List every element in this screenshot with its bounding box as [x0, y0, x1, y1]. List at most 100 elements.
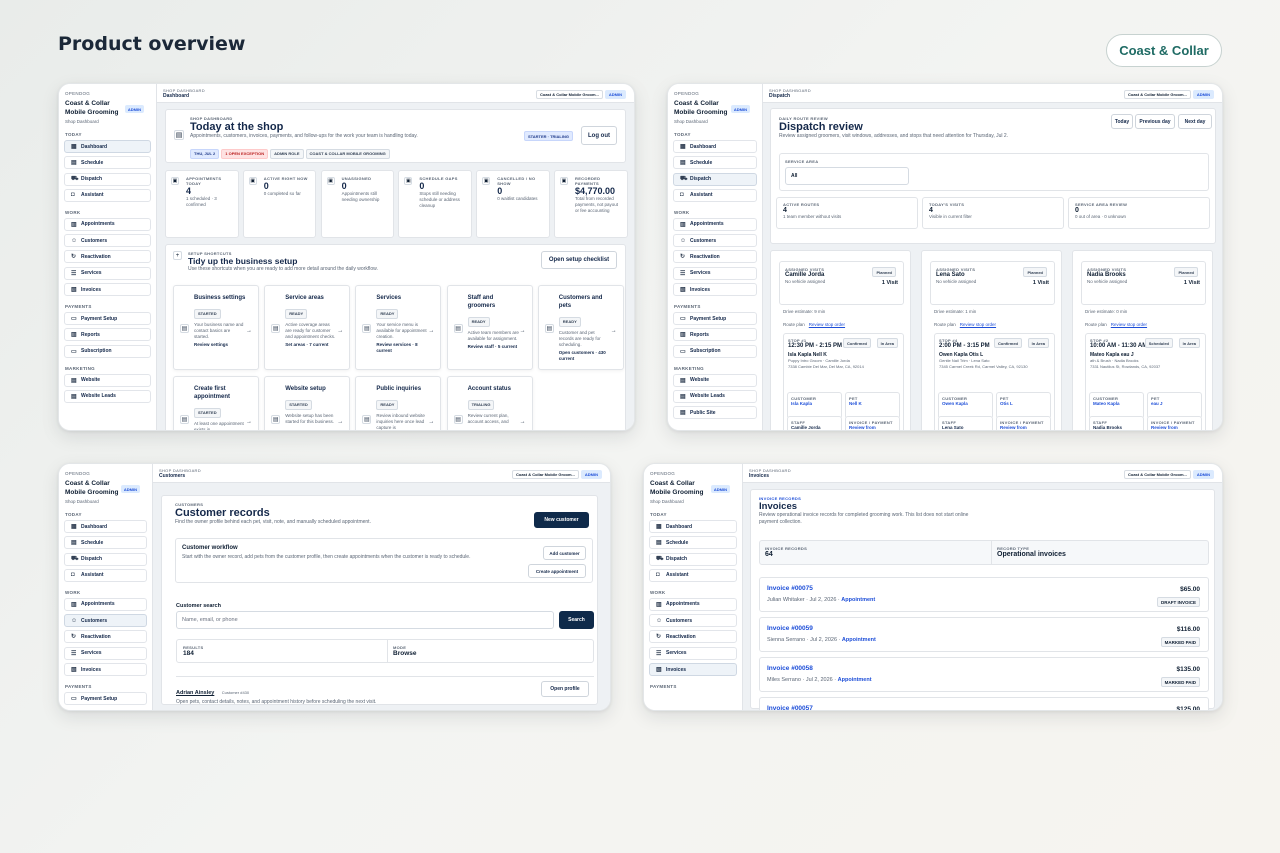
review-stop-order-link[interactable]: Review stop order	[960, 322, 996, 327]
sidebar-item-schedule[interactable]: ▤ Schedule	[673, 156, 757, 170]
sidebar-item-payment-setup[interactable]: ▭ Payment Setup	[64, 692, 147, 706]
sidebar-item-reports[interactable]: ▥ Reports	[673, 328, 757, 342]
sidebar-item-subscription[interactable]: ▭ Subscription	[673, 344, 757, 358]
shop-chip[interactable]: Coast & Collar Mobile Groom...	[535, 90, 603, 99]
pet-value[interactable]: eau J	[1151, 401, 1198, 407]
sidebar-item-website-leads[interactable]: ▤ Website Leads	[64, 389, 151, 403]
sidebar-item-subscription[interactable]: ▭ Subscription	[64, 344, 151, 358]
shop-chip[interactable]: Coast & Collar Mobile Groom...	[511, 470, 579, 479]
pet-value[interactable]: Otis L	[1000, 401, 1047, 407]
sidebar-item-invoices[interactable]: ▧ Invoices	[673, 283, 757, 297]
sidebar-item-dashboard[interactable]: ▦ Dashboard	[64, 520, 147, 533]
service-area-select[interactable]: All	[785, 167, 909, 185]
review-stop-order-link[interactable]: Review stop order	[809, 322, 845, 327]
open-setup-checklist-button[interactable]: Open setup checklist	[541, 251, 617, 269]
sidebar-item-services[interactable]: ☰ Services	[64, 646, 147, 660]
setup-tile[interactable]: Business settings STARTED Your business na…	[173, 285, 259, 370]
invoice-value[interactable]: Review from appointment detail	[1151, 425, 1198, 430]
customer-value[interactable]: Isla Kapla	[791, 401, 838, 407]
setup-tile[interactable]: Public inquiries READY Review inbound webs…	[355, 376, 442, 430]
shop-chip[interactable]: Coast & Collar Mobile Groom...	[1123, 90, 1191, 99]
sidebar-item-customers[interactable]: ☺ Customers	[649, 614, 737, 628]
shop-chip[interactable]: Coast & Collar Mobile Groom...	[1123, 470, 1191, 479]
invoice-number-link[interactable]: Invoice #00075	[767, 585, 1201, 592]
add-customer-button[interactable]: Add customer	[543, 546, 586, 560]
sidebar-item-website[interactable]: ▤ Website	[673, 373, 757, 387]
sidebar-item-reactivation[interactable]: ↻ Reactivation	[673, 250, 757, 264]
invoice-number-link[interactable]: Invoice #00058	[767, 665, 1201, 672]
setup-tile[interactable]: Account status TRIALING Review current pla…	[446, 376, 533, 430]
sidebar-item-payment-setup[interactable]: ▭ Payment Setup	[64, 312, 151, 326]
invoice-value[interactable]: Review from appointment detail	[1000, 425, 1047, 430]
setup-tile-link[interactable]: Review staff · 5 current	[468, 344, 520, 350]
sidebar-item-schedule[interactable]: ▤ Schedule	[64, 536, 147, 550]
appointment-link[interactable]: Appointment	[842, 637, 876, 643]
sidebar-item-dashboard[interactable]: ▦ Dashboard	[673, 140, 757, 153]
sidebar-item-website-leads[interactable]: ▤ Website Leads	[673, 389, 757, 403]
sidebar-item-reactivation[interactable]: ↻ Reactivation	[64, 630, 147, 644]
setup-tile[interactable]: Customers and pets READY Customer and pet …	[537, 285, 624, 370]
sidebar-item-schedule[interactable]: ▤ Schedule	[649, 536, 737, 550]
sidebar-item-payment-setup[interactable]: ▭ Payment Setup	[673, 312, 757, 326]
review-stop-order-link[interactable]: Review stop order	[1111, 322, 1147, 327]
customer-name-link[interactable]: Adrian Ainsley	[176, 690, 214, 696]
sidebar-item-appointments[interactable]: ▥ Appointments	[64, 597, 147, 611]
sidebar-item-website[interactable]: ▤ Website	[64, 373, 151, 387]
previous-day-button[interactable]: Previous day	[1135, 114, 1175, 129]
sidebar-item-public-site[interactable]: ▤ Public Site	[673, 406, 757, 420]
invoice-row[interactable]: Invoice #00058 $135.00 Miles Serrano · Jul…	[759, 657, 1209, 692]
sidebar-item-dashboard[interactable]: ▦ Dashboard	[649, 520, 737, 533]
search-button[interactable]: Search	[559, 611, 594, 629]
sidebar-item-dashboard[interactable]: ▦ Dashboard	[64, 140, 151, 153]
sidebar-item-appointments[interactable]: ▥ Appointments	[673, 217, 757, 231]
pet-value[interactable]: Nell K	[849, 401, 896, 407]
sidebar-item-customers[interactable]: ☺ Customers	[673, 234, 757, 248]
sidebar-item-reports[interactable]: ▥ Reports	[64, 328, 151, 342]
sidebar-item-appointments[interactable]: ▥ Appointments	[649, 597, 737, 611]
appointment-link[interactable]: Appointment	[841, 597, 875, 603]
sidebar-item-reactivation[interactable]: ↻ Reactivation	[649, 630, 737, 644]
sidebar-item-assistant[interactable]: ◘ Assistant	[673, 188, 757, 202]
sidebar-item-dispatch[interactable]: ⛟ Dispatch	[649, 552, 737, 566]
sidebar-item-dispatch[interactable]: ⛟ Dispatch	[64, 172, 151, 186]
sidebar-item-invoices[interactable]: ▧ Invoices	[64, 283, 151, 297]
sidebar-item-services[interactable]: ☰ Services	[64, 266, 151, 280]
customer-value[interactable]: Mateo Kapla	[1093, 401, 1140, 407]
customer-search-input[interactable]: Name, email, or phone	[176, 611, 554, 629]
sidebar-item-customers[interactable]: ☺ Customers	[64, 614, 147, 628]
invoice-number-link[interactable]: Invoice #00057	[767, 705, 1201, 710]
sidebar-item-dispatch[interactable]: ⛟ Dispatch	[64, 552, 147, 566]
sidebar-item-customers[interactable]: ☺ Customers	[64, 234, 151, 248]
setup-tile-link[interactable]: Open customers · 430 current	[559, 350, 611, 362]
new-customer-button[interactable]: New customer	[534, 512, 589, 528]
logout-button[interactable]: Log out	[581, 126, 617, 145]
sidebar-item-dispatch[interactable]: ⛟ Dispatch	[673, 172, 757, 186]
setup-tile-link[interactable]: Review services · 8 current	[376, 342, 428, 354]
next-day-button[interactable]: Next day	[1178, 114, 1212, 129]
sidebar-item-assistant[interactable]: ◘ Assistant	[649, 568, 737, 582]
sidebar-item-reactivation[interactable]: ↻ Reactivation	[64, 250, 151, 264]
sidebar-item-services[interactable]: ☰ Services	[649, 646, 737, 660]
sidebar-item-assistant[interactable]: ◘ Assistant	[64, 188, 151, 202]
sidebar-item-assistant[interactable]: ◘ Assistant	[64, 568, 147, 582]
setup-tile-link[interactable]: Review settings	[194, 342, 246, 348]
customer-value[interactable]: Owen Kapla	[942, 401, 989, 407]
invoice-row[interactable]: Invoice #00059 $116.00 Sienna Serrano · Ju…	[759, 617, 1209, 652]
appointment-link[interactable]: Appointment	[838, 677, 872, 683]
sidebar-item-schedule[interactable]: ▤ Schedule	[64, 156, 151, 170]
open-profile-button[interactable]: Open profile	[541, 681, 589, 697]
invoice-value[interactable]: Review from appointment detail	[849, 425, 896, 430]
sidebar-item-appointments[interactable]: ▥ Appointments	[64, 217, 151, 231]
setup-tile[interactable]: Create first appointment STARTED At least …	[173, 376, 259, 430]
setup-tile[interactable]: Services READY Your service menu is availa…	[355, 285, 442, 370]
brand-pill[interactable]: Coast & Collar	[1106, 34, 1222, 67]
exception-tag[interactable]: 1 OPEN EXCEPTION	[221, 148, 269, 159]
create-appointment-button[interactable]: Create appointment	[528, 564, 586, 578]
sidebar-item-invoices[interactable]: ▧ Invoices	[649, 663, 737, 677]
menu-icon[interactable]: ▤	[174, 130, 184, 140]
setup-tile-link[interactable]: Set areas · 7 current	[285, 342, 337, 348]
invoice-number-link[interactable]: Invoice #00059	[767, 625, 1201, 632]
setup-tile[interactable]: Service areas READY Active coverage areas …	[264, 285, 351, 370]
today-button[interactable]: Today	[1111, 114, 1133, 129]
setup-tile[interactable]: Staff and groomers READY Active team membe…	[446, 285, 533, 370]
